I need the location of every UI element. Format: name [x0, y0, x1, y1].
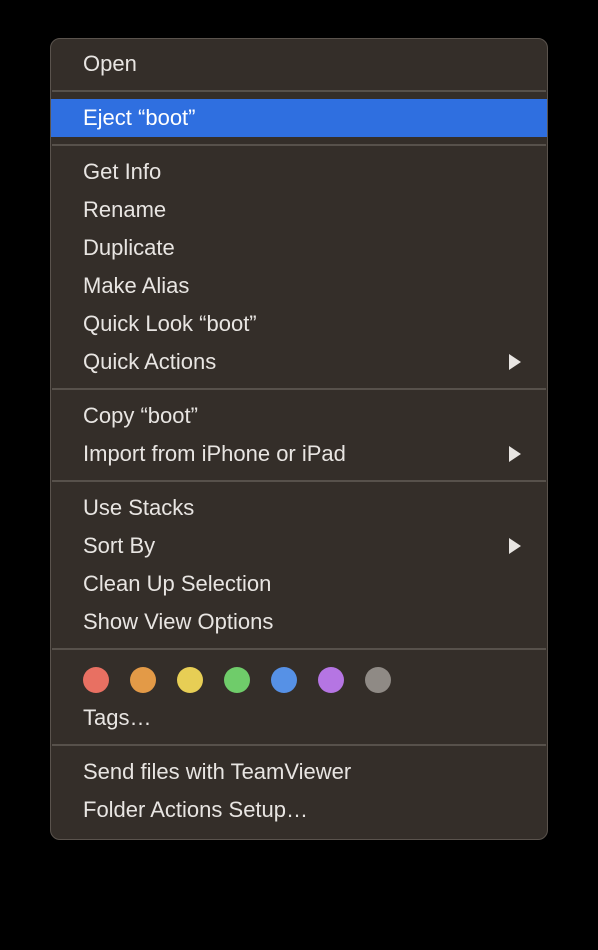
tag-orange[interactable] — [130, 667, 156, 693]
tag-gray[interactable] — [365, 667, 391, 693]
menu-item-label: Eject “boot” — [83, 103, 525, 133]
chevron-right-icon — [509, 354, 521, 370]
menu-item-makealias[interactable]: Make Alias — [51, 267, 547, 305]
menu-item-label: Open — [83, 49, 525, 79]
menu-item-viewoptions[interactable]: Show View Options — [51, 603, 547, 641]
menu-item-sortby[interactable]: Sort By — [51, 527, 547, 565]
menu-item-label: Import from iPhone or iPad — [83, 439, 509, 469]
menu-separator — [52, 388, 546, 390]
tag-yellow[interactable] — [177, 667, 203, 693]
menu-item-label: Clean Up Selection — [83, 569, 525, 599]
menu-item-label: Send files with TeamViewer — [83, 757, 525, 787]
tag-purple[interactable] — [318, 667, 344, 693]
menu-item-cleanup[interactable]: Clean Up Selection — [51, 565, 547, 603]
chevron-right-icon — [509, 446, 521, 462]
menu-item-usestacks[interactable]: Use Stacks — [51, 489, 547, 527]
menu-separator — [52, 744, 546, 746]
menu-item-duplicate[interactable]: Duplicate — [51, 229, 547, 267]
menu-item-label: Sort By — [83, 531, 509, 561]
menu-item-folderactions[interactable]: Folder Actions Setup… — [51, 791, 547, 829]
tags-row — [51, 657, 547, 699]
menu-item-copy[interactable]: Copy “boot” — [51, 397, 547, 435]
menu-item-quicklook[interactable]: Quick Look “boot” — [51, 305, 547, 343]
tag-green[interactable] — [224, 667, 250, 693]
context-menu: Open Eject “boot” Get Info Rename Duplic… — [50, 38, 548, 840]
menu-item-label: Get Info — [83, 157, 525, 187]
menu-separator — [52, 144, 546, 146]
tag-red[interactable] — [83, 667, 109, 693]
chevron-right-icon — [509, 538, 521, 554]
menu-item-label: Duplicate — [83, 233, 525, 263]
menu-item-rename[interactable]: Rename — [51, 191, 547, 229]
tag-blue[interactable] — [271, 667, 297, 693]
menu-separator — [52, 480, 546, 482]
menu-item-label: Quick Look “boot” — [83, 309, 525, 339]
menu-item-quickactions[interactable]: Quick Actions — [51, 343, 547, 381]
menu-item-teamviewer[interactable]: Send files with TeamViewer — [51, 753, 547, 791]
menu-item-label: Quick Actions — [83, 347, 509, 377]
menu-item-open[interactable]: Open — [51, 45, 547, 83]
menu-item-label: Tags… — [83, 703, 525, 733]
menu-item-getinfo[interactable]: Get Info — [51, 153, 547, 191]
menu-item-label: Rename — [83, 195, 525, 225]
menu-item-import[interactable]: Import from iPhone or iPad — [51, 435, 547, 473]
menu-item-tags[interactable]: Tags… — [51, 699, 547, 737]
menu-item-eject[interactable]: Eject “boot” — [51, 99, 547, 137]
menu-item-label: Use Stacks — [83, 493, 525, 523]
menu-item-label: Folder Actions Setup… — [83, 795, 525, 825]
menu-separator — [52, 648, 546, 650]
menu-separator — [52, 90, 546, 92]
menu-item-label: Show View Options — [83, 607, 525, 637]
menu-item-label: Copy “boot” — [83, 401, 525, 431]
menu-item-label: Make Alias — [83, 271, 525, 301]
